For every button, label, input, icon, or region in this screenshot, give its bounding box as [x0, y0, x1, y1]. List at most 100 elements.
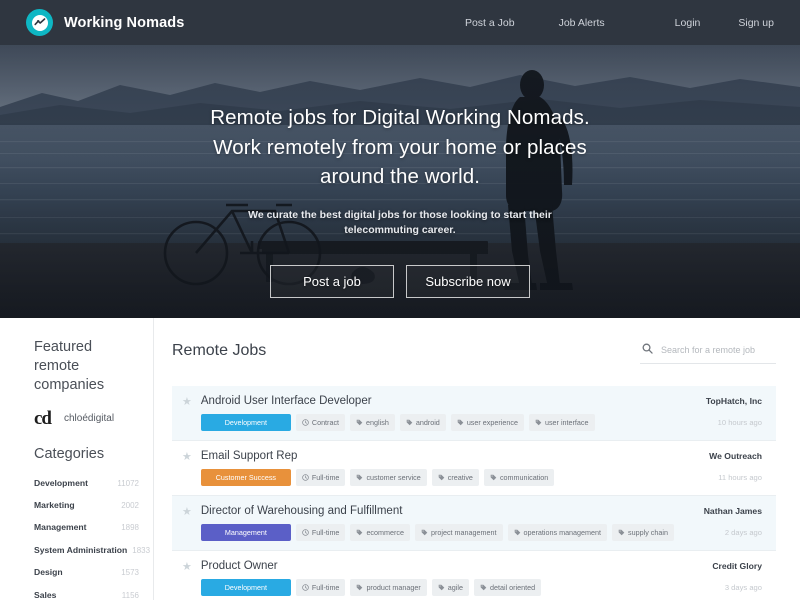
category-item[interactable]: System Administration 1833	[34, 539, 150, 561]
job-keyword-label: supply chain	[628, 528, 668, 537]
job-company-name[interactable]: We Outreach	[709, 451, 762, 461]
job-type-tag[interactable]: Full-time	[295, 524, 346, 541]
job-category-badge[interactable]: Development	[200, 414, 291, 431]
job-title[interactable]: Android User Interface Developer	[201, 395, 696, 407]
job-keyword-tag[interactable]: detail oriented	[473, 579, 542, 596]
tag-icon	[406, 419, 413, 426]
job-body: Product Owner Development Full-time product…	[200, 560, 702, 596]
job-title[interactable]: Director of Warehousing and Fulfillment	[201, 505, 694, 517]
job-keyword-label: ecommerce	[366, 528, 404, 537]
job-keyword-tag[interactable]: customer service	[350, 469, 427, 486]
job-category-badge[interactable]: Customer Success	[200, 469, 291, 486]
job-keyword-tag[interactable]: user experience	[450, 414, 524, 431]
tag-icon	[438, 584, 445, 591]
clock-icon	[302, 584, 309, 591]
job-keyword-tag[interactable]: project management	[414, 524, 503, 541]
tag-icon	[618, 529, 625, 536]
sidebar: Featured remote companies cd chloédigita…	[0, 318, 154, 600]
job-title[interactable]: Product Owner	[201, 560, 702, 572]
job-keyword-tag[interactable]: english	[350, 414, 395, 431]
job-keyword-label: project management	[430, 528, 497, 537]
main-header: Remote Jobs	[172, 338, 776, 368]
tag-icon	[438, 474, 445, 481]
job-posted-age: 3 days ago	[724, 583, 762, 592]
job-meta: Nathan James 2 days ago	[694, 505, 762, 537]
job-list-item[interactable]: ★ Director of Warehousing and Fulfillment…	[172, 496, 776, 551]
job-keyword-tag[interactable]: supply chain	[612, 524, 674, 541]
job-meta: We Outreach 11 hours ago	[699, 450, 762, 482]
nav-links: Post a Job Job Alerts Login Sign up	[465, 17, 774, 29]
job-type-label: Contract	[311, 418, 340, 427]
tag-icon	[421, 529, 428, 536]
favorite-star-icon[interactable]: ★	[182, 397, 192, 408]
job-type-tag[interactable]: Full-time	[295, 579, 346, 596]
job-keyword-label: operations management	[523, 528, 602, 537]
nav-link-login[interactable]: Login	[675, 17, 701, 29]
page-body: Featured remote companies cd chloédigita…	[0, 318, 800, 600]
job-keyword-tag[interactable]: android	[399, 414, 446, 431]
job-keyword-tag[interactable]: user interface	[528, 414, 595, 431]
job-keyword-tag[interactable]: communication	[483, 469, 555, 486]
search-box[interactable]	[640, 338, 776, 364]
category-item[interactable]: Development 11072	[34, 472, 139, 494]
top-navbar: Working Nomads Post a Job Job Alerts Log…	[0, 0, 800, 45]
job-type-label: Full-time	[311, 528, 340, 537]
job-list-item[interactable]: ★ Android User Interface Developer Develop…	[172, 386, 776, 441]
nav-link-post-a-job[interactable]: Post a Job	[465, 17, 515, 29]
hero-cta-group: Post a job Subscribe now	[270, 265, 530, 299]
tag-icon	[356, 474, 363, 481]
category-item[interactable]: Management 1898	[34, 516, 139, 538]
clock-icon	[302, 529, 309, 536]
favorite-star-icon[interactable]: ★	[182, 562, 192, 573]
job-keyword-label: product manager	[366, 583, 421, 592]
featured-company-item[interactable]: cd chloédigital	[34, 409, 139, 428]
tag-icon	[514, 529, 521, 536]
tag-icon	[356, 584, 363, 591]
job-keyword-label: agile	[447, 583, 463, 592]
job-tag-group: Development Full-time product manager agile…	[200, 579, 702, 596]
job-list: ★ Android User Interface Developer Develop…	[172, 386, 776, 600]
subscribe-now-button[interactable]: Subscribe now	[406, 265, 530, 299]
tag-icon	[356, 529, 363, 536]
nav-link-job-alerts[interactable]: Job Alerts	[559, 17, 605, 29]
job-keyword-tag[interactable]: ecommerce	[350, 524, 410, 541]
post-a-job-button[interactable]: Post a job	[270, 265, 394, 299]
hero-subtitle: We curate the best digital jobs for thos…	[248, 208, 552, 237]
job-meta: Credit Glory 3 days ago	[702, 560, 762, 592]
nav-link-signup[interactable]: Sign up	[738, 17, 774, 29]
job-keyword-tag[interactable]: product manager	[350, 579, 427, 596]
category-item[interactable]: Sales 1156	[34, 583, 139, 600]
job-keyword-tag[interactable]: operations management	[507, 524, 608, 541]
job-company-name[interactable]: Credit Glory	[712, 561, 762, 571]
job-keyword-label: english	[366, 418, 389, 427]
job-title[interactable]: Email Support Rep	[201, 450, 699, 462]
job-type-label: Full-time	[311, 473, 340, 482]
category-item[interactable]: Marketing 2002	[34, 494, 139, 516]
job-category-badge[interactable]: Development	[200, 579, 291, 596]
brand-name: Working Nomads	[64, 14, 185, 31]
brand-logo[interactable]: Working Nomads	[26, 9, 184, 36]
favorite-star-icon[interactable]: ★	[182, 452, 192, 463]
search-input[interactable]	[661, 345, 774, 355]
job-company-name[interactable]: Nathan James	[704, 506, 762, 516]
clock-icon	[302, 474, 309, 481]
job-keyword-label: communication	[499, 473, 549, 482]
job-meta: TopHatch, Inc 10 hours ago	[696, 395, 762, 427]
job-company-name[interactable]: TopHatch, Inc	[706, 396, 762, 406]
page-title: Remote Jobs	[172, 342, 267, 359]
chloedigital-logo-icon: cd	[34, 407, 52, 429]
job-list-item[interactable]: ★ Email Support Rep Customer Success Full-t…	[172, 441, 776, 496]
job-keyword-label: user interface	[544, 418, 589, 427]
job-keyword-label: user experience	[466, 418, 518, 427]
job-type-label: Full-time	[311, 583, 340, 592]
job-keyword-tag[interactable]: creative	[431, 469, 479, 486]
job-type-tag[interactable]: Full-time	[295, 469, 346, 486]
job-type-tag[interactable]: Contract	[295, 414, 346, 431]
favorite-star-icon[interactable]: ★	[182, 507, 192, 518]
job-tag-group: Development Contract english android user ex…	[200, 414, 696, 431]
category-item[interactable]: Design 1573	[34, 561, 139, 583]
job-category-badge[interactable]: Management	[200, 524, 291, 541]
job-keyword-tag[interactable]: agile	[431, 579, 469, 596]
job-list-item[interactable]: ★ Product Owner Development Full-time produc…	[172, 551, 776, 600]
job-keyword-label: android	[415, 418, 440, 427]
